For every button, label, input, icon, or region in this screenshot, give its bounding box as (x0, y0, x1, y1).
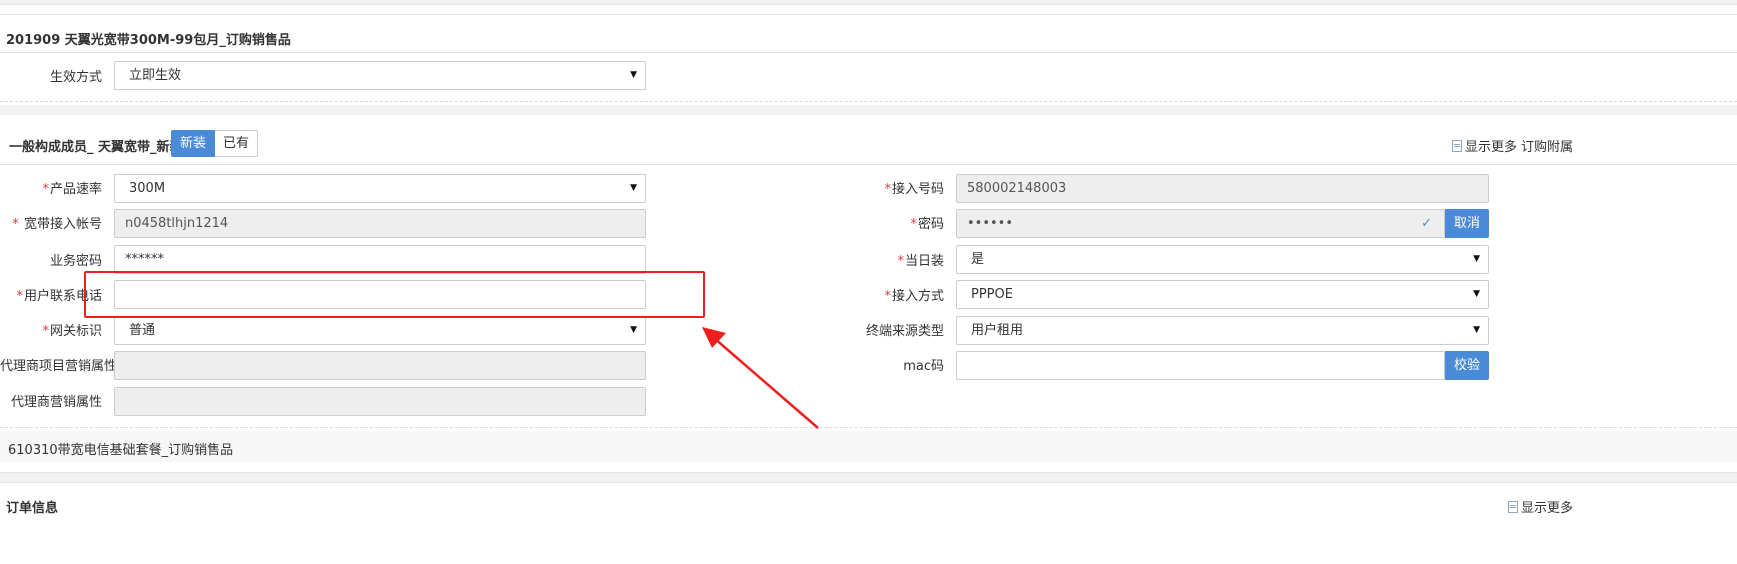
same-day-value: 是 (971, 252, 985, 267)
agent-project-field (114, 351, 646, 380)
access-mode-select[interactable]: PPPOE ▼ (956, 280, 1489, 309)
terminal-source-value: 用户租用 (971, 323, 1024, 338)
effect-select[interactable]: 立即生效 ▼ (114, 61, 646, 90)
required-mark: * (897, 254, 904, 269)
cancel-button[interactable]: 取消 (1445, 209, 1489, 238)
speed-value: 300M (129, 181, 166, 196)
mac-label: mac码 (903, 359, 944, 374)
access-mode-label: *接入方式 (884, 289, 944, 304)
same-day-select[interactable]: 是 ▼ (956, 245, 1489, 274)
caret-down-icon: ▼ (630, 183, 637, 193)
mac-input[interactable] (956, 351, 1445, 380)
terminal-source-select[interactable]: 用户租用 ▼ (956, 316, 1489, 345)
show-more-label: 显示更多 (1465, 140, 1518, 155)
speed-select[interactable]: 300M ▼ (114, 174, 646, 203)
toggle-existing-button[interactable]: 已有 (215, 130, 258, 157)
caret-down-icon: ▼ (1473, 325, 1480, 335)
password-label: *密码 (910, 217, 944, 232)
service-password-input[interactable]: ****** (114, 245, 646, 274)
document-icon (1508, 501, 1518, 513)
base-package-title: 610310带宽电信基础套餐_订购销售品 (8, 443, 234, 458)
gateway-label: *网关标识 (42, 324, 102, 339)
toggle-new-button[interactable]: 新装 (171, 130, 215, 157)
required-mark: * (12, 217, 23, 232)
order-show-more-link[interactable]: 显示更多 (1508, 497, 1573, 516)
required-mark: * (16, 289, 23, 304)
service-password-label: 业务密码 (49, 254, 102, 269)
base-package-bar (0, 431, 1737, 462)
effect-value: 立即生效 (129, 68, 182, 83)
caret-down-icon: ▼ (630, 325, 637, 335)
package-title: 201909 天翼光宽带300M-99包月_订购销售品 (6, 33, 291, 48)
caret-down-icon: ▼ (1473, 254, 1480, 264)
account-value: n0458tlhjn1214 (125, 216, 229, 231)
service-password-value: ****** (125, 252, 164, 267)
terminal-source-label: 终端来源类型 (865, 324, 944, 339)
required-mark: * (42, 324, 49, 339)
access-number-field: 580002148003 (956, 174, 1489, 203)
annotation-arrow-icon (702, 327, 819, 429)
agent-marketing-field (114, 387, 646, 416)
caret-down-icon: ▼ (1473, 289, 1480, 299)
agent-project-label: 代理商项目营销属性 (0, 359, 118, 374)
required-mark: * (910, 217, 917, 232)
required-mark: * (884, 182, 891, 197)
required-mark: * (884, 289, 891, 304)
same-day-label: *当日装 (897, 254, 944, 269)
effect-label: 生效方式 (49, 70, 102, 85)
account-label: * 宽带接入帐号 (12, 217, 102, 232)
section-gap (0, 472, 1737, 482)
caret-down-icon: ▼ (630, 70, 637, 80)
order-attach-link[interactable]: 订购附属 (1521, 136, 1573, 155)
verify-button[interactable]: 校验 (1445, 351, 1489, 380)
member-title: 一般构成成员_ 天翼宽带_新装 (9, 140, 183, 155)
document-icon (1452, 140, 1462, 152)
account-field: n0458tlhjn1214 (114, 209, 646, 238)
gateway-value: 普通 (129, 323, 156, 338)
access-mode-value: PPPOE (971, 287, 1013, 302)
section-gap (0, 105, 1737, 115)
access-number-value: 580002148003 (967, 181, 1067, 196)
password-value: •••••• (967, 216, 1014, 231)
show-more-link[interactable]: 显示更多 (1452, 136, 1517, 155)
password-field[interactable]: •••••• ✓ (956, 209, 1445, 238)
annotation-highlight-box (84, 271, 705, 318)
order-title: 订单信息 (6, 501, 59, 516)
show-more-label: 显示更多 (1521, 501, 1574, 516)
agent-marketing-label: 代理商营销属性 (10, 395, 102, 410)
gateway-select[interactable]: 普通 ▼ (114, 316, 646, 345)
check-icon: ✓ (1421, 216, 1432, 231)
speed-label: *产品速率 (42, 182, 102, 197)
access-number-label: *接入号码 (884, 182, 944, 197)
required-mark: * (42, 182, 49, 197)
